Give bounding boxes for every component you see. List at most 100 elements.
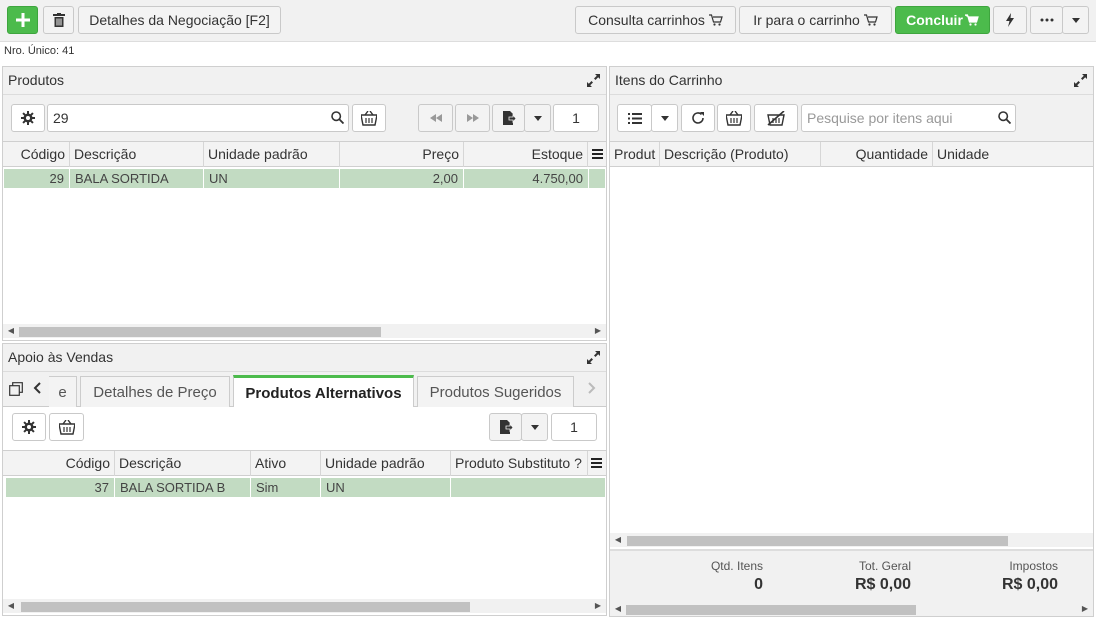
column-header[interactable]: Estoque — [464, 142, 588, 167]
ir-para-carrinho-button[interactable]: Ir para o carrinho — [739, 6, 892, 34]
column-header[interactable]: Unidade padrão — [321, 451, 451, 476]
menu-icon[interactable] — [592, 149, 603, 159]
column-header[interactable]: Produt — [610, 142, 660, 167]
produtos-search-input[interactable] — [47, 104, 349, 132]
carrinho-header: Itens do Carrinho — [610, 67, 1093, 95]
gear-icon — [22, 420, 36, 434]
export-button[interactable] — [492, 104, 525, 132]
expand-icon[interactable] — [587, 351, 600, 364]
concluir-button[interactable]: Concluir — [895, 6, 990, 34]
tab-label: Detalhes de Preço — [93, 383, 217, 401]
page-number-value: 1 — [572, 110, 580, 126]
consulta-carrinhos-button[interactable]: Consulta carrinhos — [575, 6, 736, 34]
add-button[interactable] — [7, 6, 38, 34]
page-number[interactable]: 1 — [553, 104, 599, 132]
menu-icon[interactable] — [591, 458, 602, 468]
search-icon[interactable] — [331, 111, 344, 124]
cell-preco: 2,00 — [340, 169, 464, 188]
more-dropdown-button[interactable] — [1062, 6, 1089, 34]
carrinho-search-input[interactable] — [801, 104, 1016, 132]
details-button-label: Detalhes da Negociação [F2] — [89, 12, 270, 28]
scroll-left-icon[interactable]: ◀ — [612, 533, 624, 547]
column-header[interactable]: Descrição (Produto) — [660, 142, 821, 167]
footer-hscrollbar[interactable]: ◀ ▶ — [610, 602, 1093, 616]
scroll-thumb[interactable] — [626, 605, 916, 615]
produtos-toolbar: 1 — [3, 95, 606, 141]
column-header[interactable]: Produto Substituto ? — [451, 451, 588, 476]
tot-geral-label: Tot. Geral — [858, 559, 911, 573]
scroll-right-icon[interactable]: ▶ — [592, 599, 604, 613]
list-view-dropdown-button[interactable] — [651, 104, 678, 132]
last-page-button[interactable] — [455, 104, 490, 132]
scroll-left-icon[interactable]: ◀ — [612, 602, 624, 616]
add-to-cart-button[interactable] — [717, 104, 751, 132]
tab-produtos-sugeridos[interactable]: Produtos Sugeridos — [417, 376, 574, 407]
search-icon[interactable] — [998, 111, 1011, 124]
tab-partial[interactable]: e — [49, 376, 77, 407]
cell-estoque: 4.750,00 — [464, 169, 589, 188]
produtos-hscrollbar[interactable]: ◀ ▶ — [3, 324, 606, 338]
carrinho-hscrollbar[interactable]: ◀ — [610, 533, 1093, 547]
page-number[interactable]: 1 — [551, 413, 597, 441]
cart-icon — [964, 14, 979, 26]
apoio-hscrollbar[interactable]: ◀ ▶ — [3, 599, 606, 613]
settings-button[interactable] — [11, 104, 45, 132]
scroll-right-icon[interactable]: ▶ — [1079, 602, 1091, 616]
column-header[interactable]: Quantidade — [821, 142, 933, 167]
expand-icon[interactable] — [587, 74, 600, 87]
remove-cart-icon — [767, 110, 785, 126]
chevron-right-icon[interactable] — [588, 382, 596, 394]
column-header[interactable]: Código — [3, 451, 115, 476]
scroll-right-icon[interactable]: ▶ — [592, 324, 604, 338]
trash-icon — [52, 13, 65, 27]
scroll-thumb[interactable] — [19, 327, 381, 337]
column-header[interactable]: Ativo — [251, 451, 321, 476]
page-number-value: 1 — [570, 419, 578, 435]
tab-label: Produtos Sugeridos — [429, 383, 562, 401]
scroll-thumb[interactable] — [627, 536, 1008, 546]
tab-produtos-alternativos[interactable]: Produtos Alternativos — [233, 375, 414, 408]
column-header[interactable]: Unidade — [933, 142, 1093, 167]
export-dropdown-button[interactable] — [521, 413, 548, 441]
details-button[interactable]: Detalhes da Negociação [F2] — [78, 6, 281, 34]
refresh-button[interactable] — [681, 104, 715, 132]
remove-from-cart-button[interactable] — [754, 104, 798, 132]
table-row[interactable]: 29 BALA SORTIDA UN 2,00 4.750,00 — [3, 169, 606, 188]
column-header[interactable]: Descrição — [115, 451, 251, 476]
copy-icon[interactable] — [9, 382, 23, 396]
list-view-button[interactable] — [617, 104, 652, 132]
column-header[interactable]: Descrição — [70, 142, 204, 167]
more-options-button[interactable] — [1030, 6, 1063, 34]
basket-icon — [58, 419, 75, 435]
caret-down-icon — [660, 115, 669, 121]
export-dropdown-button[interactable] — [524, 104, 551, 132]
qtd-itens-value: 0 — [754, 576, 763, 593]
ellipsis-icon — [1040, 18, 1054, 22]
refresh-icon — [691, 111, 705, 125]
tab-bar: e Detalhes de Preço Produtos Alternativo… — [3, 372, 606, 408]
tab-detalhes-de-preco[interactable]: Detalhes de Preço — [80, 376, 230, 407]
scroll-left-icon[interactable]: ◀ — [5, 324, 17, 338]
delete-button[interactable] — [43, 6, 74, 34]
carrinho-grid-header: Produt Descrição (Produto) Quantidade Un… — [610, 141, 1093, 167]
add-to-cart-button[interactable] — [49, 413, 84, 441]
scroll-left-icon[interactable]: ◀ — [5, 599, 17, 613]
column-header[interactable]: Código — [3, 142, 70, 167]
chevron-left-icon[interactable] — [33, 382, 41, 394]
table-row[interactable]: 37 BALA SORTIDA B Sim UN — [3, 478, 606, 497]
export-button[interactable] — [489, 413, 522, 441]
gear-icon — [21, 111, 35, 125]
caret-down-icon — [530, 424, 539, 430]
carrinho-footer: Qtd. Itens 0 Tot. Geral R$ 0,00 Impostos… — [610, 549, 1093, 616]
add-to-cart-button[interactable] — [352, 104, 386, 132]
plus-icon — [15, 13, 30, 27]
expand-icon[interactable] — [1074, 74, 1087, 87]
carrinho-toolbar — [610, 95, 1093, 141]
list-icon — [627, 112, 642, 124]
column-header[interactable]: Preço — [340, 142, 464, 167]
first-page-button[interactable] — [418, 104, 453, 132]
quick-action-button[interactable] — [993, 6, 1027, 34]
column-header[interactable]: Unidade padrão — [204, 142, 340, 167]
settings-button[interactable] — [12, 413, 46, 441]
scroll-thumb[interactable] — [21, 602, 470, 612]
